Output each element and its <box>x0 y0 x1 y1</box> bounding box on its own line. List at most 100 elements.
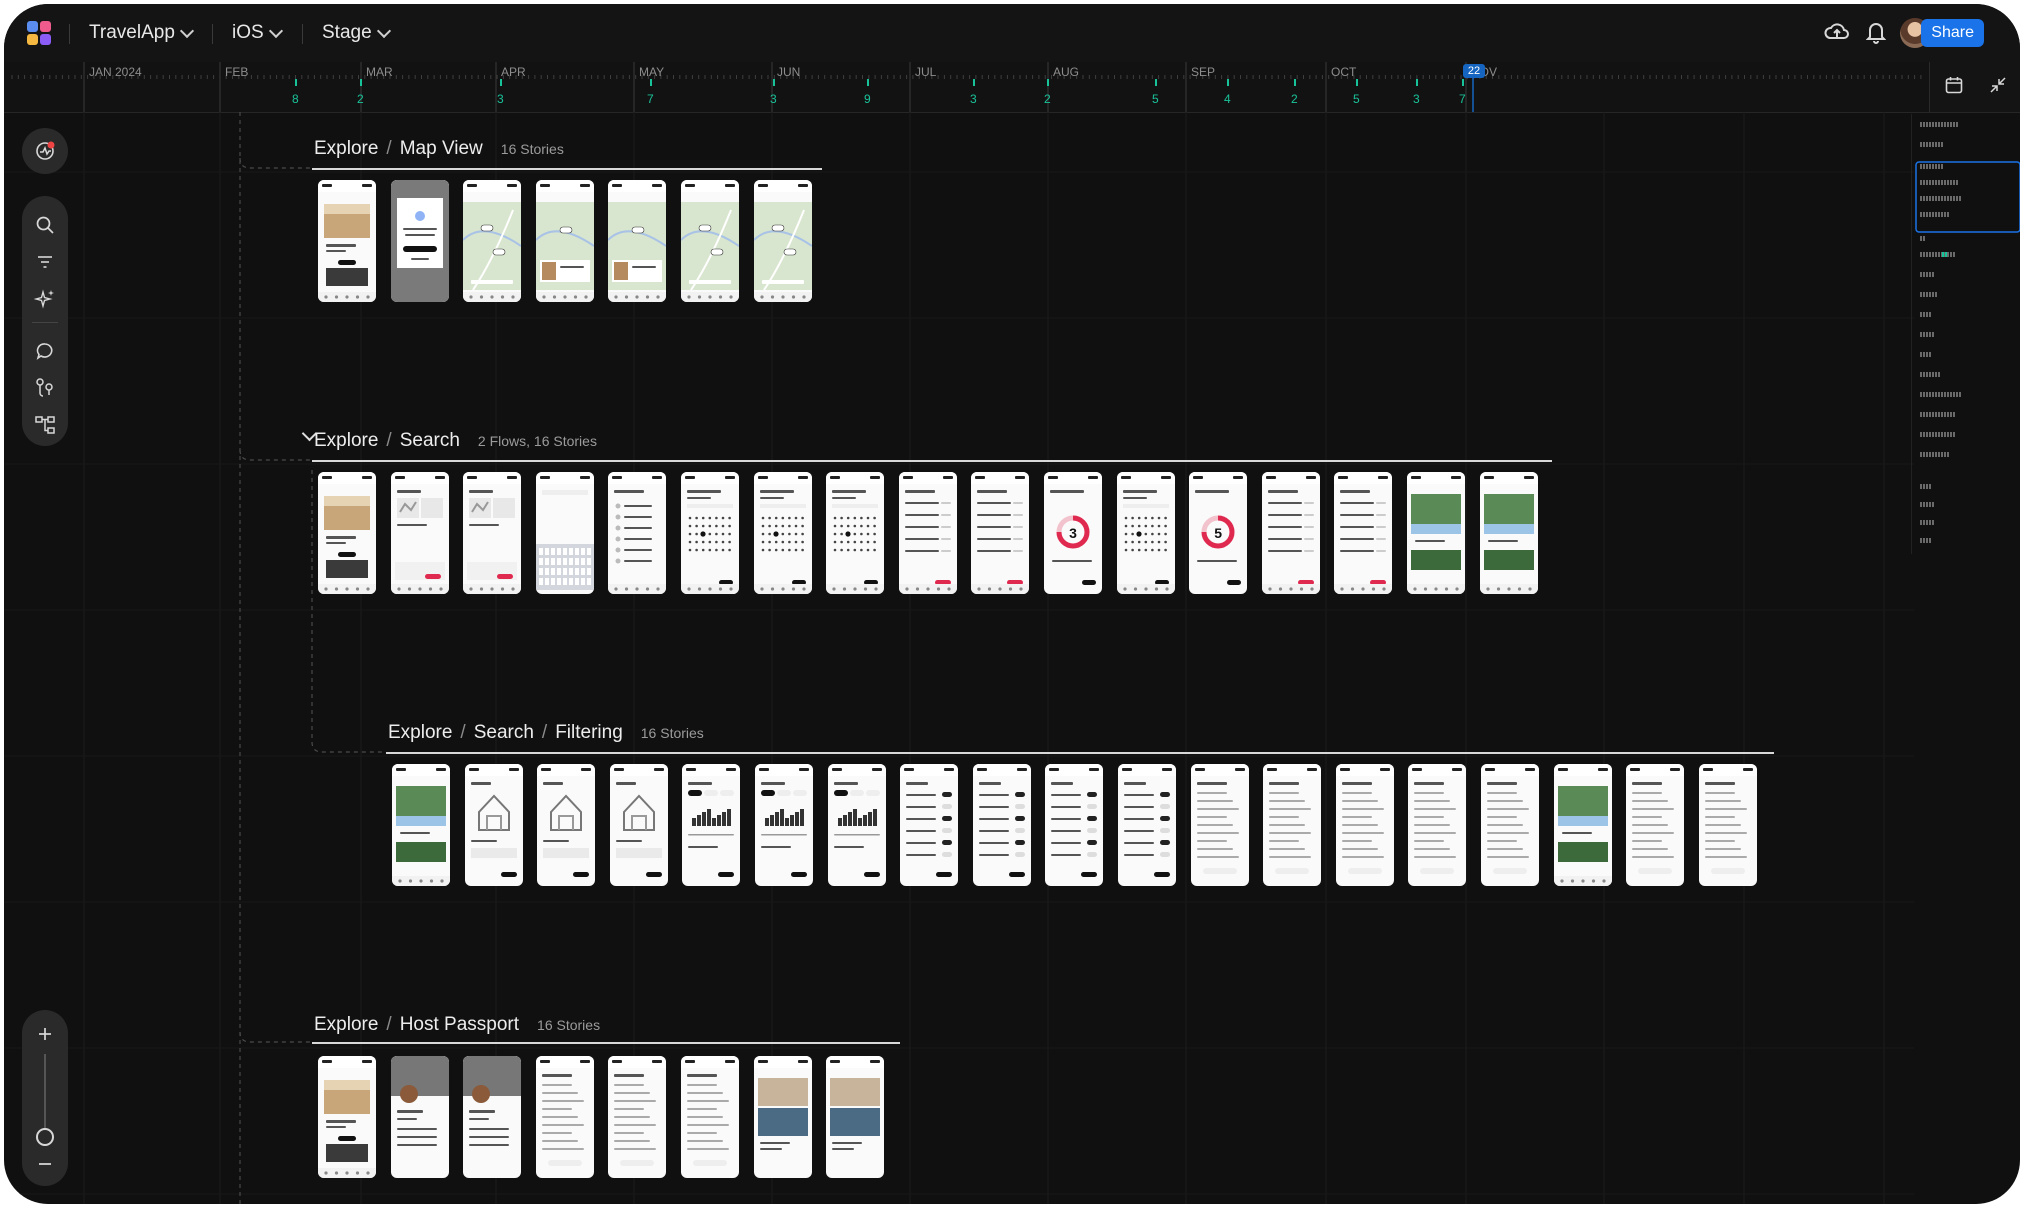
story-thumbnail[interactable] <box>681 472 739 594</box>
story-thumbnail[interactable] <box>390 180 449 302</box>
comment-icon[interactable] <box>22 334 68 368</box>
story-thumbnail[interactable] <box>753 472 812 594</box>
story-thumbnail[interactable] <box>608 1056 667 1178</box>
story-thumbnail[interactable]: 5 <box>1189 472 1248 594</box>
story-thumbnail[interactable] <box>1553 764 1612 886</box>
story-thumbnail[interactable] <box>1116 472 1175 594</box>
platform-dropdown[interactable]: iOS <box>232 4 283 62</box>
story-thumbnail[interactable] <box>318 1056 376 1178</box>
timeline-count[interactable]: 2 <box>1044 92 1051 106</box>
story-thumbnail[interactable] <box>463 472 522 594</box>
storyboard-canvas[interactable]: Explore / Map View 16 Stories Explore / Search… <box>4 112 2020 1204</box>
zoom-in-icon[interactable] <box>35 1024 55 1049</box>
search-icon[interactable] <box>22 208 68 242</box>
story-thumbnail[interactable] <box>971 472 1030 594</box>
story-thumbnail[interactable] <box>826 1056 885 1178</box>
story-thumbnail[interactable] <box>318 472 376 594</box>
user-flow-icon[interactable] <box>22 371 68 405</box>
story-thumbnail[interactable] <box>1334 472 1393 594</box>
story-thumbnail[interactable] <box>1190 764 1249 886</box>
timeline-ruler[interactable]: JAN 2024FEBMARAPRMAYJUNJULAUGSEPOCTNOV82… <box>4 62 2020 113</box>
story-thumbnail[interactable] <box>1698 764 1757 886</box>
story-thumbnail[interactable] <box>826 472 885 594</box>
story-thumbnail[interactable] <box>1407 472 1465 594</box>
section-title[interactable]: Explore / Search / Filtering 16 Stories <box>388 722 704 744</box>
breadcrumb-segment[interactable]: Explore <box>314 430 378 452</box>
story-thumbnail[interactable] <box>1118 764 1176 886</box>
story-thumbnail[interactable] <box>1408 764 1467 886</box>
story-thumbnail[interactable] <box>1045 764 1104 886</box>
story-thumbnail[interactable] <box>535 1056 594 1178</box>
activity-icon[interactable] <box>22 134 68 168</box>
zoom-slider-handle[interactable] <box>36 1128 54 1146</box>
story-thumbnail[interactable] <box>827 764 886 886</box>
story-thumbnail[interactable] <box>609 764 668 886</box>
timeline-month-label: OCT <box>1331 65 1357 79</box>
story-thumbnail[interactable] <box>464 764 523 886</box>
timeline-count[interactable]: 3 <box>770 92 777 106</box>
timeline-count[interactable]: 3 <box>1413 92 1420 106</box>
story-thumbnail[interactable] <box>753 1056 812 1178</box>
story-thumbnail[interactable]: 3 <box>1044 472 1102 594</box>
timeline-count[interactable]: 2 <box>1291 92 1298 106</box>
story-thumbnail[interactable] <box>390 1056 449 1178</box>
timeline-count[interactable]: 7 <box>647 92 654 106</box>
timeline-count[interactable]: 5 <box>1152 92 1159 106</box>
story-thumbnail[interactable] <box>753 180 812 302</box>
story-thumbnail[interactable] <box>608 180 667 302</box>
timeline-count[interactable]: 8 <box>292 92 299 106</box>
timeline-count[interactable]: 3 <box>970 92 977 106</box>
story-thumbnail[interactable] <box>535 472 594 594</box>
story-thumbnail[interactable] <box>972 764 1031 886</box>
timeline-count[interactable]: 7 <box>1459 92 1466 106</box>
story-thumbnail[interactable] <box>537 764 596 886</box>
filter-icon[interactable] <box>22 245 68 279</box>
story-thumbnail[interactable] <box>1335 764 1394 886</box>
story-thumbnail[interactable] <box>318 180 376 302</box>
cloud-sync-icon[interactable] <box>1824 21 1850 48</box>
section-title[interactable]: Explore / Search 2 Flows, 16 Stories <box>314 430 597 452</box>
project-dropdown[interactable]: TravelApp <box>89 4 194 62</box>
timeline-count[interactable]: 4 <box>1224 92 1231 106</box>
timeline-count[interactable]: 9 <box>864 92 871 106</box>
timeline-count[interactable]: 5 <box>1353 92 1360 106</box>
logo-icon[interactable] <box>24 18 54 48</box>
breadcrumb-segment[interactable]: Explore <box>388 722 452 744</box>
story-thumbnail[interactable] <box>463 1056 522 1178</box>
story-thumbnail[interactable] <box>535 180 594 302</box>
story-thumbnail[interactable] <box>1626 764 1685 886</box>
share-button[interactable]: Share <box>1921 19 1984 47</box>
timeline-count[interactable]: 2 <box>357 92 364 106</box>
story-thumbnail[interactable] <box>1261 472 1320 594</box>
story-thumbnail[interactable] <box>682 764 741 886</box>
story-thumbnail[interactable] <box>392 764 450 886</box>
zoom-out-icon[interactable] <box>35 1154 55 1179</box>
story-thumbnail[interactable] <box>608 472 667 594</box>
breadcrumb-segment[interactable]: Explore <box>314 1014 378 1036</box>
breadcrumb-segment[interactable]: Filtering <box>555 722 623 744</box>
zoom-slider-track[interactable] <box>44 1054 46 1136</box>
story-thumbnail[interactable] <box>900 764 959 886</box>
breadcrumb-segment[interactable]: Search <box>474 722 534 744</box>
hierarchy-icon[interactable] <box>22 408 68 442</box>
story-thumbnail[interactable] <box>755 764 813 886</box>
story-thumbnail[interactable] <box>898 472 957 594</box>
section-title[interactable]: Explore / Map View 16 Stories <box>314 138 564 160</box>
story-thumbnail[interactable] <box>463 180 522 302</box>
story-thumbnail[interactable] <box>1481 764 1539 886</box>
story-thumbnail[interactable] <box>681 180 739 302</box>
minimap[interactable] <box>1911 114 2020 593</box>
section-title[interactable]: Explore / Host Passport 16 Stories <box>314 1014 600 1036</box>
breadcrumb-segment[interactable]: Host Passport <box>400 1014 519 1036</box>
sparkle-icon[interactable] <box>22 282 68 316</box>
breadcrumb-segment[interactable]: Map View <box>400 138 483 160</box>
environment-dropdown[interactable]: Stage <box>322 4 391 62</box>
story-thumbnail[interactable] <box>390 472 449 594</box>
story-thumbnail[interactable] <box>681 1056 739 1178</box>
breadcrumb-segment[interactable]: Search <box>400 430 460 452</box>
breadcrumb-segment[interactable]: Explore <box>314 138 378 160</box>
story-thumbnail[interactable] <box>1263 764 1322 886</box>
story-thumbnail[interactable] <box>1479 472 1538 594</box>
timeline-count[interactable]: 3 <box>497 92 504 106</box>
bell-icon[interactable] <box>1865 20 1887 49</box>
